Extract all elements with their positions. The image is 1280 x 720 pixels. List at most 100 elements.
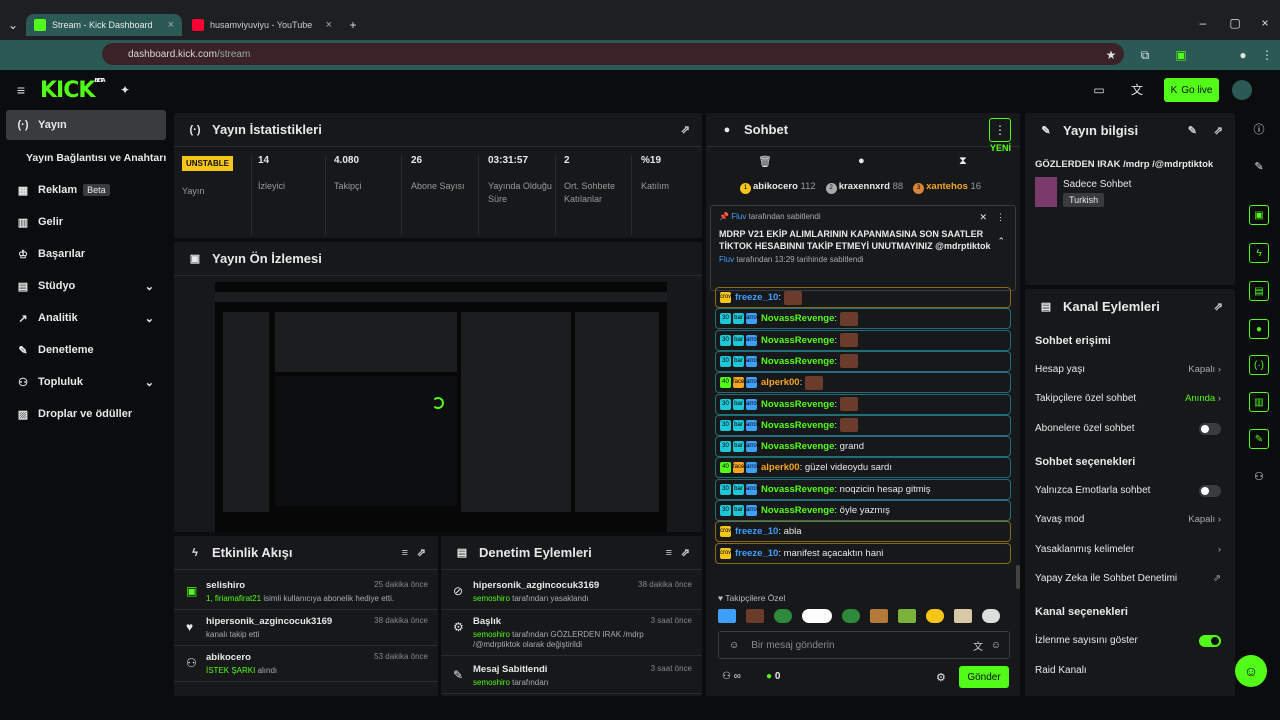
external-link-icon[interactable]: ⇗ bbox=[1213, 573, 1221, 584]
document-widget-icon[interactable]: ▤ bbox=[1249, 281, 1269, 301]
popout-icon[interactable]: ⇗ bbox=[681, 123, 690, 136]
top-chatter-1[interactable]: 1 abikocero 112 bbox=[740, 181, 816, 194]
extensions-icon[interactable]: ⧉ bbox=[1138, 48, 1152, 62]
tab-search-icon[interactable]: ⌄ bbox=[6, 18, 20, 32]
ticket-icon[interactable]: ▭ bbox=[1092, 83, 1106, 97]
pinned-menu-icon[interactable]: ⋮ bbox=[996, 212, 1005, 223]
chat-username[interactable]: NovassRevenge bbox=[761, 505, 834, 516]
chat-settings-gear-icon[interactable]: ⚙ bbox=[936, 671, 946, 684]
new-tab-icon[interactable]: + bbox=[346, 18, 360, 32]
emote-only-toggle[interactable] bbox=[1199, 485, 1221, 497]
translate-icon[interactable]: 文 bbox=[973, 638, 983, 653]
emote-icon[interactable] bbox=[954, 609, 972, 623]
banned-words-chevron-icon[interactable]: › bbox=[1218, 544, 1221, 555]
broadcast-widget-icon[interactable]: (·) bbox=[1249, 355, 1269, 375]
info-icon[interactable]: ⓘ bbox=[1249, 120, 1269, 140]
emote-picker-icon[interactable]: ☺ bbox=[991, 640, 1001, 651]
chat-message[interactable]: crown freeze_10: abla bbox=[715, 521, 1011, 543]
wrench-widget-icon[interactable]: ✎ bbox=[1249, 429, 1269, 449]
chat-message[interactable]: 30 bar arrow NovassRevenge: bbox=[715, 414, 1011, 436]
sidebar-item-analitik[interactable]: ↗ Analitik ⌄ bbox=[6, 303, 166, 333]
channel-widget-icon[interactable]: ▥ bbox=[1249, 392, 1269, 412]
browser-tab-kick[interactable]: Stream - Kick Dashboard × bbox=[26, 14, 182, 36]
chat-scrollbar[interactable] bbox=[1016, 565, 1020, 589]
kick-logo[interactable]: KICKBETA bbox=[40, 78, 106, 103]
hourglass-icon[interactable]: ⧗ bbox=[959, 155, 967, 168]
edit-pencil-icon[interactable]: ✎ bbox=[1188, 124, 1197, 137]
chat-message[interactable]: 30 bar arrow NovassRevenge: bbox=[715, 350, 1011, 372]
browser-tab-youtube[interactable]: husamviyuviyu - YouTube × bbox=[184, 14, 340, 36]
chat-username[interactable]: NovassRevenge bbox=[761, 420, 834, 431]
chat-settings-menu-icon[interactable]: ⋮ bbox=[989, 118, 1011, 142]
bookmark-star-icon[interactable]: ★ bbox=[1104, 48, 1118, 62]
chat-message-input[interactable]: ☺ Bir mesaj gönderin 文 ☺ bbox=[718, 631, 1010, 659]
translate-icon[interactable]: 文 bbox=[1130, 83, 1144, 97]
chat-username[interactable]: NovassRevenge bbox=[761, 441, 834, 452]
chat-username[interactable]: freeze_10 bbox=[735, 526, 778, 537]
close-icon[interactable]: × bbox=[326, 19, 332, 31]
chat-bubble-icon[interactable]: ● bbox=[858, 155, 865, 167]
user-avatar[interactable] bbox=[1232, 80, 1252, 100]
filter-icon[interactable]: ≡ bbox=[402, 547, 408, 559]
emote-icon[interactable] bbox=[802, 609, 832, 623]
pinned-footer-user[interactable]: Fluv bbox=[719, 255, 734, 264]
go-live-button[interactable]: K Go live bbox=[1164, 78, 1219, 102]
emote-icon[interactable] bbox=[926, 609, 944, 623]
chat-message[interactable]: 30 bar arrow NovassRevenge: noqzicin hesap … bbox=[715, 478, 1011, 500]
chat-message[interactable]: 30 bar arrow NovassRevenge: öyle yazmış bbox=[715, 500, 1011, 521]
chat-username[interactable]: NovassRevenge bbox=[761, 399, 834, 410]
maximize-icon[interactable]: ▢ bbox=[1228, 16, 1242, 30]
activity-user[interactable]: hipersonik_azgincocuk3169 bbox=[206, 616, 332, 627]
hamburger-menu-icon[interactable]: ≡ bbox=[14, 83, 28, 97]
chat-message[interactable]: 30 bar arrow NovassRevenge: bbox=[715, 393, 1011, 415]
emote-icon[interactable] bbox=[746, 609, 764, 623]
chat-username[interactable]: freeze_10 bbox=[735, 548, 778, 559]
chat-message[interactable]: 40 face arrow alperk00: bbox=[715, 372, 1011, 394]
activity-user[interactable]: abikocero bbox=[206, 652, 251, 663]
sidebar-item-droplar[interactable]: ▨ Droplar ve ödüller bbox=[6, 399, 166, 429]
chat-message[interactable]: 40 face arrow alperk00: güzel videoydu sard… bbox=[715, 457, 1011, 479]
trash-icon[interactable]: 🗑 bbox=[758, 155, 772, 168]
sidebar-item-stream-key[interactable]: Yayın Bağlantısı ve Anahtarı bbox=[16, 143, 176, 173]
sidebar-item-topluluk[interactable]: ⚇ Topluluk ⌄ bbox=[6, 367, 166, 397]
category-thumbnail[interactable] bbox=[1035, 177, 1057, 207]
sidebar-item-gelir[interactable]: ▥ Gelir bbox=[6, 207, 166, 237]
close-icon[interactable]: × bbox=[168, 19, 174, 31]
unpin-icon[interactable]: ✕ bbox=[979, 212, 987, 223]
chat-username[interactable]: NovassRevenge bbox=[761, 484, 834, 495]
slow-mode-setting[interactable]: Kapalı › bbox=[1188, 514, 1221, 525]
send-button[interactable]: Gönder bbox=[959, 666, 1009, 688]
browser-menu-icon[interactable]: ⋮ bbox=[1260, 48, 1274, 62]
sidebar-item-denetleme[interactable]: ✎ Denetleme bbox=[6, 335, 166, 365]
filter-icon[interactable]: ≡ bbox=[666, 547, 672, 559]
minimize-icon[interactable]: – bbox=[1196, 16, 1210, 30]
chat-username[interactable]: freeze_10 bbox=[735, 292, 778, 303]
edit-pencil-icon[interactable]: ✎ bbox=[1249, 157, 1269, 177]
chat-message[interactable]: crown freeze_10: manifest açacaktın hani bbox=[715, 542, 1011, 564]
popout-icon[interactable]: ⇗ bbox=[1214, 124, 1223, 137]
sidebar-item-yayin[interactable]: (·) Yayın bbox=[6, 110, 166, 140]
collapse-chevron-icon[interactable]: ⌃ bbox=[997, 236, 1005, 247]
top-chatter-2[interactable]: 2 kraxennxrd 88 bbox=[825, 181, 903, 194]
emote-icon[interactable] bbox=[842, 609, 860, 623]
stats-widget-icon[interactable]: ▣ bbox=[1249, 205, 1269, 225]
address-bar[interactable]: dashboard.kick.com/stream bbox=[102, 43, 1124, 65]
chat-message[interactable]: 30 bar arrow NovassRevenge: bbox=[715, 329, 1011, 351]
popout-icon[interactable]: ⇗ bbox=[1214, 300, 1223, 313]
profile-avatar[interactable]: ● bbox=[1236, 48, 1250, 62]
emote-icon[interactable] bbox=[982, 609, 1000, 623]
chat-message[interactable]: crown freeze_10: bbox=[715, 287, 1011, 308]
window-close-icon[interactable]: × bbox=[1258, 16, 1272, 30]
stream-preview-video[interactable] bbox=[215, 282, 667, 532]
sidebar-item-basarilar[interactable]: ♔ Başarılar bbox=[6, 239, 166, 269]
chat-username[interactable]: NovassRevenge bbox=[761, 313, 834, 324]
chat-message[interactable]: 30 bar arrow NovassRevenge: grand bbox=[715, 436, 1011, 458]
activity-user[interactable]: selishiro bbox=[206, 580, 245, 591]
show-view-count-toggle[interactable] bbox=[1199, 635, 1221, 647]
bolt-widget-icon[interactable]: ϟ bbox=[1249, 243, 1269, 263]
emoji-icon[interactable]: ☺ bbox=[729, 640, 739, 651]
chat-username[interactable]: NovassRevenge bbox=[761, 335, 834, 346]
popout-icon[interactable]: ⇗ bbox=[417, 546, 426, 559]
sidebar-item-studyo[interactable]: ▤ Stüdyo ⌄ bbox=[6, 271, 166, 301]
chat-username[interactable]: NovassRevenge bbox=[761, 356, 834, 367]
